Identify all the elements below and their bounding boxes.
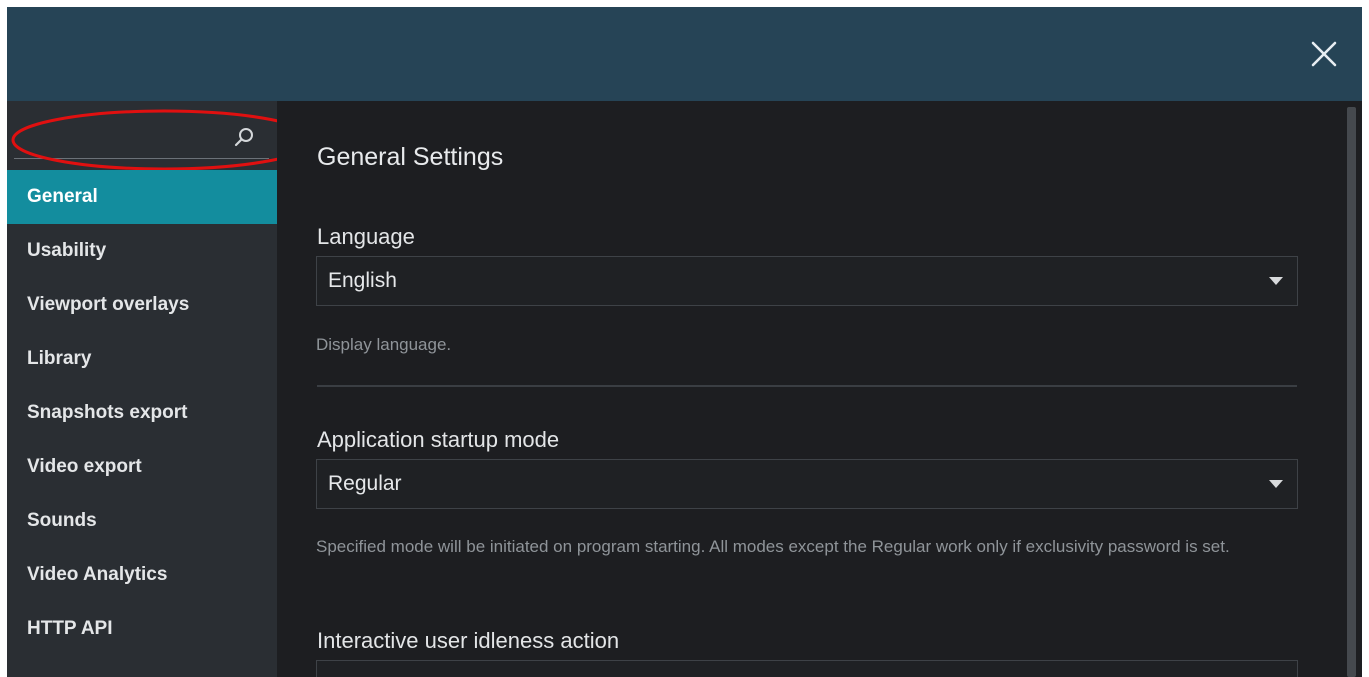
- sidebar-item-video-analytics[interactable]: Video Analytics: [7, 548, 277, 602]
- chevron-down-icon: [1269, 277, 1283, 285]
- title-bar: [7, 7, 1362, 101]
- language-hint: Display language.: [316, 335, 452, 354]
- search-box: [14, 114, 269, 159]
- language-label: Language: [317, 224, 415, 249]
- close-icon: [1311, 41, 1337, 67]
- sidebar: General Usability Viewport overlays Libr…: [7, 101, 317, 677]
- sidebar-item-snapshots-export[interactable]: Snapshots export: [7, 386, 277, 440]
- settings-window: General Usability Viewport overlays Libr…: [7, 7, 1362, 677]
- startup-mode-label: Application startup mode: [317, 427, 560, 452]
- language-select[interactable]: English: [316, 256, 1298, 306]
- idleness-action-label: Interactive user idleness action: [317, 628, 620, 653]
- sidebar-item-video-export[interactable]: Video export: [7, 440, 277, 494]
- startup-mode-hint: Specified mode will be initiated on prog…: [316, 537, 1230, 556]
- sidebar-item-usability[interactable]: Usability: [7, 224, 277, 278]
- search-input[interactable]: [14, 114, 224, 156]
- sidebar-item-library[interactable]: Library: [7, 332, 277, 386]
- startup-mode-select[interactable]: Regular: [316, 459, 1298, 509]
- close-button[interactable]: [1308, 38, 1340, 70]
- language-select-value: English: [328, 269, 397, 292]
- settings-content: General Settings Language English Displa…: [277, 101, 1347, 677]
- divider: [317, 385, 1297, 387]
- sidebar-nav: General Usability Viewport overlays Libr…: [7, 170, 277, 656]
- sidebar-item-http-api[interactable]: HTTP API: [7, 602, 277, 656]
- search-icon[interactable]: [233, 126, 255, 148]
- sidebar-item-viewport-overlays[interactable]: Viewport overlays: [7, 278, 277, 332]
- chevron-down-icon: [1269, 480, 1283, 488]
- startup-mode-select-value: Regular: [328, 472, 402, 495]
- sidebar-item-sounds[interactable]: Sounds: [7, 494, 277, 548]
- scrollbar[interactable]: [1347, 107, 1356, 677]
- idleness-action-select[interactable]: [316, 660, 1298, 677]
- sidebar-item-general[interactable]: General: [7, 170, 277, 224]
- page-title: General Settings: [317, 143, 504, 171]
